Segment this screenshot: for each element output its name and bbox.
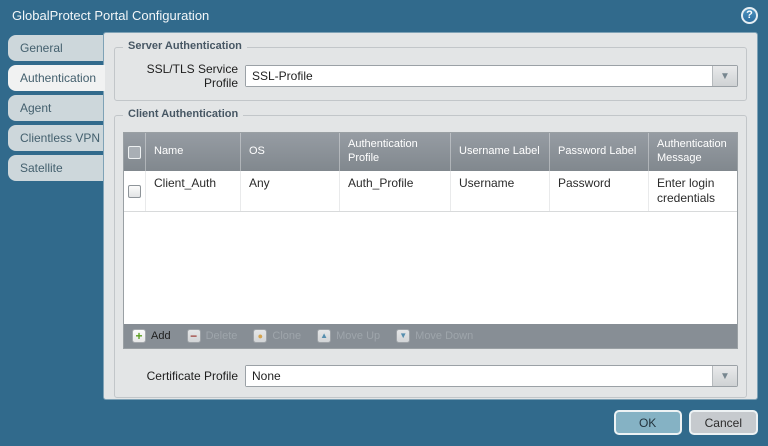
column-header-authentication-profile[interactable]: Authentication Profile — [340, 133, 451, 171]
certificate-profile-dropdown[interactable]: None ▼ — [245, 365, 738, 387]
delete-icon: − — [186, 329, 201, 343]
add-button[interactable]: + Add — [132, 329, 171, 343]
certificate-profile-value: None — [246, 366, 712, 386]
certificate-profile-label: Certificate Profile — [146, 369, 238, 383]
column-header-password-label[interactable]: Password Label — [550, 133, 649, 171]
content-panel: Server Authentication SSL/TLS Service Pr… — [103, 32, 758, 400]
chevron-down-icon[interactable]: ▼ — [712, 66, 737, 86]
move-up-button[interactable]: ▲ Move Up — [317, 329, 380, 343]
dialog-footer: OK Cancel — [613, 410, 758, 435]
table-row[interactable]: Client_Auth Any Auth_Profile Username Pa… — [124, 171, 737, 212]
cell-authentication-profile: Auth_Profile — [340, 171, 451, 211]
server-authentication-section: Server Authentication SSL/TLS Service Pr… — [114, 40, 747, 101]
cancel-button[interactable]: Cancel — [688, 410, 758, 435]
client-auth-table: Name OS Authentication Profile Username … — [123, 132, 738, 349]
cell-password-label: Password — [550, 171, 649, 211]
tab-satellite[interactable]: Satellite — [8, 155, 103, 181]
column-header-username-label[interactable]: Username Label — [451, 133, 550, 171]
add-icon: + — [132, 329, 146, 343]
client-authentication-legend: Client Authentication — [123, 108, 244, 120]
cell-username-label: Username — [451, 171, 550, 211]
delete-button-label: Delete — [205, 330, 238, 342]
tab-general-label: General — [20, 41, 63, 55]
column-header-name[interactable]: Name — [146, 133, 241, 171]
tab-agent-label: Agent — [20, 101, 52, 115]
table-empty-area — [124, 212, 737, 324]
clone-button-label: Clone — [272, 330, 302, 342]
clone-button[interactable]: ● Clone — [253, 329, 301, 343]
help-icon[interactable]: ? — [741, 6, 758, 24]
tab-clientless-vpn-label: Clientless VPN — [20, 131, 101, 145]
select-all-checkbox[interactable] — [128, 145, 141, 159]
move-down-button-label: Move Down — [415, 330, 474, 342]
tab-agent[interactable]: Agent — [8, 95, 103, 121]
tab-clientless-vpn[interactable]: Clientless VPN — [8, 125, 103, 151]
arrow-down-icon: ▼ — [396, 329, 411, 343]
move-up-button-label: Move Up — [336, 330, 381, 342]
ssl-tls-service-profile-value: SSL-Profile — [246, 66, 712, 86]
column-header-os[interactable]: OS — [241, 133, 340, 171]
table-toolbar: + Add − Delete ● Clone ▲ Move Up ▼ Move … — [124, 324, 737, 348]
add-button-label: Add — [151, 330, 171, 342]
tab-authentication-label: Authentication — [20, 71, 97, 85]
ssl-tls-service-profile-label: SSL/TLS Service Profile — [146, 62, 238, 90]
client-authentication-section: Client Authentication Name OS Authentica… — [114, 108, 747, 398]
globalprotect-portal-config-dialog: GlobalProtect Portal Configuration ? Gen… — [0, 0, 768, 446]
cell-name: Client_Auth — [146, 171, 241, 211]
tab-general[interactable]: General — [8, 35, 103, 61]
tab-satellite-label: Satellite — [20, 161, 63, 175]
tab-authentication[interactable]: Authentication — [8, 65, 105, 91]
clone-icon: ● — [253, 329, 268, 343]
select-all-cell — [124, 133, 146, 171]
ssl-tls-service-profile-dropdown[interactable]: SSL-Profile ▼ — [245, 65, 738, 87]
delete-button[interactable]: − Delete — [186, 329, 238, 343]
cell-os: Any — [241, 171, 340, 211]
cell-authentication-message: Enter login credentials — [657, 176, 716, 205]
server-authentication-legend: Server Authentication — [123, 40, 247, 52]
arrow-up-icon: ▲ — [317, 329, 332, 343]
table-header-row: Name OS Authentication Profile Username … — [124, 133, 737, 171]
row-checkbox[interactable] — [128, 184, 141, 198]
ok-button[interactable]: OK — [613, 410, 682, 435]
column-header-authentication-message[interactable]: Authentication Message — [649, 133, 737, 171]
move-down-button[interactable]: ▼ Move Down — [396, 329, 473, 343]
chevron-down-icon[interactable]: ▼ — [712, 366, 737, 386]
title-bar: GlobalProtect Portal Configuration ? — [0, 0, 768, 30]
row-checkbox-cell — [124, 171, 146, 211]
dialog-title: GlobalProtect Portal Configuration — [12, 7, 210, 23]
sidebar-tabs: General Authentication Agent Clientless … — [8, 35, 105, 185]
